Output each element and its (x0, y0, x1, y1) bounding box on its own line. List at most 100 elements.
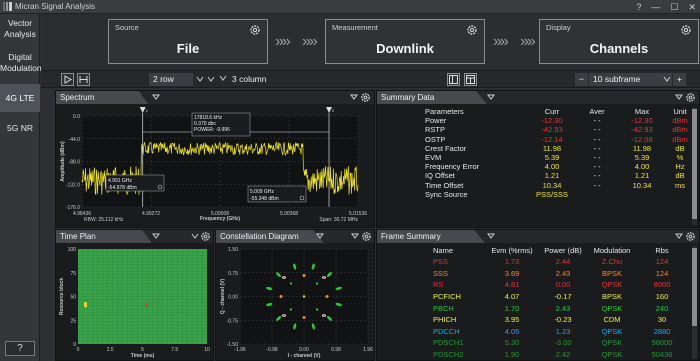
frame-row[interactable]: PBCH 1.70 2.43 QPSK 240 (433, 302, 687, 314)
timeplan-settings-icon[interactable] (200, 231, 211, 242)
step-button[interactable] (77, 73, 90, 86)
summary-cell-name: Time Offset (425, 180, 464, 190)
frame-cell-power: 2.43 (555, 303, 571, 313)
frame-row[interactable]: SSS 3.69 2.43 BPSK 124 (433, 268, 687, 280)
nav-item-digital-modulation[interactable]: Digital Modulation (0, 48, 42, 76)
nav-item-4g-lte[interactable]: 4G LTE (0, 84, 40, 112)
tab-dropdown-icon[interactable] (316, 233, 324, 240)
rows-select[interactable]: 2 row (149, 73, 193, 86)
layout-split-button[interactable] (447, 73, 460, 86)
summary-cell-curr: -12.30 (541, 116, 563, 126)
marker-2-freq: 5.009 GHz (250, 189, 274, 195)
timeplan-chart[interactable]: 10075502500 2.5 5 7.5 10Resource blockTime (… (56, 243, 213, 360)
summary-scrollbar[interactable] (692, 107, 697, 225)
frame-cell-evm: 4.81 (504, 280, 520, 290)
rows-chevron-icon[interactable] (196, 75, 220, 84)
maximize-button[interactable]: ☐ (670, 2, 678, 13)
timeplan-tab[interactable]: Time Plan (56, 230, 152, 243)
nav-item-5g-nr[interactable]: 5G NR (0, 114, 40, 142)
layout-full-button[interactable] (464, 73, 477, 86)
collapse-icon[interactable] (350, 94, 358, 101)
measurement-settings-icon[interactable] (466, 24, 478, 36)
y-tick-label: -0.75 (227, 318, 239, 324)
source-block[interactable]: Source File (108, 19, 268, 64)
frame-cell-mod: QPSK (601, 303, 623, 313)
collapse-icon[interactable] (351, 233, 359, 240)
x-tick-label: 5.00368 (280, 211, 298, 217)
frame-summary-tab[interactable]: Frame Summary (377, 230, 485, 243)
frame-row[interactable]: PDSCH2 1.90 2.42 QPSK 50436 (433, 349, 687, 361)
summary-cell-curr: 11.98 (542, 143, 562, 153)
pbch-block (145, 303, 148, 307)
minimize-button[interactable]: — (651, 2, 660, 12)
display-block[interactable]: Display Channels (539, 19, 699, 64)
constellation-tab[interactable]: Constellation Diagram (216, 230, 324, 243)
frame-row[interactable]: PHICH 3.95 -0.23 CDM 30 (433, 314, 687, 326)
scroll-thumb[interactable] (692, 109, 697, 219)
summary-cell-curr: -42.93 (541, 125, 563, 135)
source-settings-icon[interactable] (249, 24, 261, 36)
frame-row[interactable]: PDCCH 4.05 1.23 QPSK 2880 (433, 326, 687, 338)
summary-panel: Summary Data Parameters Curr Aver Max Unit Po… (376, 90, 700, 228)
layout-split-icon (449, 75, 458, 84)
play-button[interactable] (61, 73, 74, 86)
collapse-icon[interactable] (675, 233, 683, 240)
x-tick-label: 0.98 (331, 347, 341, 353)
collapse-icon[interactable] (675, 94, 683, 101)
summary-settings-icon[interactable] (685, 92, 696, 103)
display-settings-icon[interactable] (680, 24, 692, 36)
collapse-icon[interactable] (191, 233, 199, 240)
constellation-settings-icon[interactable] (361, 231, 372, 242)
delta-power: POWER: -9.996 (194, 127, 230, 133)
summary-cell-name: IQ Offset (425, 171, 455, 181)
frame-cell-power: -0.17 (554, 292, 572, 302)
nav-item-label: Modulation (0, 63, 42, 73)
close-button[interactable]: ✕ (688, 2, 696, 13)
subframe-decrement-button[interactable]: − (575, 73, 588, 86)
summary-cell-max: 10.34 (632, 180, 652, 190)
columns-select[interactable]: 3 column (228, 73, 286, 86)
y-tick-label: 100 (68, 247, 77, 253)
nav-item-label: 5G NR (7, 123, 33, 133)
spectrum-settings-icon[interactable] (360, 92, 371, 103)
frame-row[interactable]: PDSCH1 5.30 -3.00 QPSK 96000 (433, 337, 687, 349)
nav-item-vector-analysis[interactable]: Vector Analysis (0, 14, 40, 42)
frame-summary-settings-icon[interactable] (685, 231, 696, 242)
scroll-thumb[interactable] (692, 248, 697, 326)
constellation-chart[interactable]: 1.500.750.00-0.75-1.50-1.96 -0.98 0.00 0.98… (216, 243, 374, 360)
help-button[interactable]: ? (636, 2, 641, 12)
summary-tab[interactable]: Summary Data (377, 91, 487, 104)
frame-cell-name: PBCH (433, 303, 454, 313)
x-tick-label: -0.98 (266, 347, 278, 353)
summary-cell-name: OSTP (425, 134, 446, 144)
tab-dropdown-icon[interactable] (152, 94, 160, 101)
frame-header-cell: Modulation (593, 245, 631, 255)
frame-cell-power: 2.44 (555, 257, 571, 267)
spectrum-chart[interactable]: 0.0-44.0-88.0-132.0-176.04.98436 4.99272 5… (56, 104, 374, 227)
tab-dropdown-icon[interactable] (487, 94, 495, 101)
summary-row: Time Offset 10.34 - - 10.34 ms (425, 181, 695, 190)
summary-cell-aver: - - (593, 171, 601, 181)
summary-cell-max: -12.08 (631, 134, 653, 144)
subframe-increment-button[interactable]: + (673, 73, 686, 86)
summary-cell-name: Power (425, 116, 447, 126)
frame-row[interactable]: PCFICH 4.07 -0.17 BPSK 160 (433, 291, 687, 303)
frame-cell-evm: 1.70 (504, 303, 520, 313)
columns-chevron-icon[interactable] (218, 74, 228, 84)
frame-cell-rbs: 50436 (651, 350, 673, 360)
spectrum-tab[interactable]: Spectrum (56, 91, 148, 104)
help-nav-button[interactable]: ? (5, 341, 35, 356)
summary-cell-name: RSTP (425, 125, 446, 135)
subframe-select[interactable]: 10 subframe (589, 73, 672, 86)
frame-row[interactable]: PSS 1.73 2.44 Z.Chu 124 (433, 256, 687, 268)
measurement-value: Downlink (376, 41, 434, 56)
rbw-label: RBW: 25.112 kHz (84, 217, 124, 223)
summary-cell-unit: dB (675, 171, 685, 181)
frame-scrollbar[interactable] (692, 246, 697, 359)
measurement-block[interactable]: Measurement Downlink (325, 19, 485, 64)
frame-summary-table: Name Evm (%rms) Power (dB) Modulation Rbs PSS… (433, 244, 687, 360)
frame-cell-evm: 3.69 (504, 268, 520, 278)
frame-row[interactable]: RS 4.81 0.00 QPSK 8000 (433, 279, 687, 291)
tab-dropdown-icon[interactable] (152, 233, 160, 240)
tab-dropdown-icon[interactable] (487, 233, 495, 240)
